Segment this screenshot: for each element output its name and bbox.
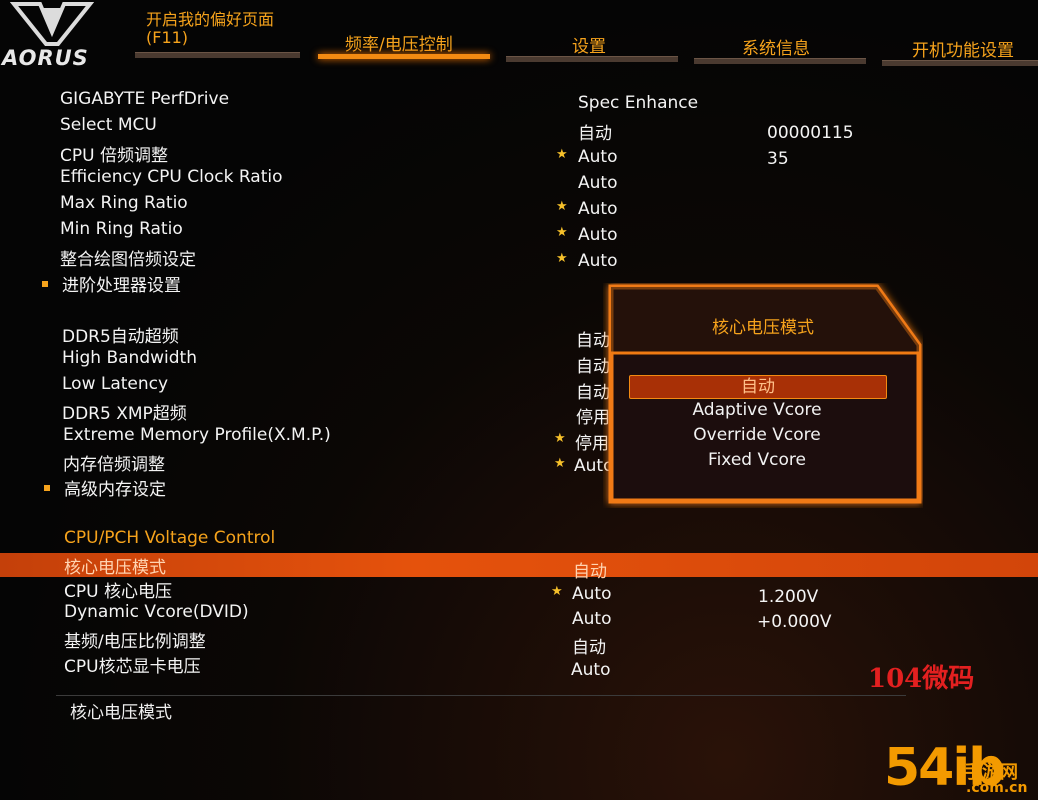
setting-value: Auto xyxy=(571,660,611,680)
star-icon: ★ xyxy=(551,584,563,599)
falcon-icon xyxy=(10,2,94,46)
setting-label: 整合绘图倍频设定 xyxy=(60,250,196,270)
setting-label: CPU 核心电压 xyxy=(64,582,172,602)
setting-label: 基频/电压比例调整 xyxy=(64,632,206,652)
setting-label: Extreme Memory Profile(X.M.P.) xyxy=(63,425,331,445)
setting-label: DDR5自动超频 xyxy=(62,327,179,347)
popup-option-fixed[interactable]: Fixed Vcore xyxy=(629,449,885,471)
tab-favorites-hotkey[interactable]: (F11) xyxy=(146,28,188,47)
setting-row-max-ring[interactable]: Max Ring Ratio ★ Auto xyxy=(0,193,1038,219)
setting-label: 内存倍频调整 xyxy=(63,455,165,475)
setting-label: High Bandwidth xyxy=(62,348,197,368)
setting-label: 核心电压模式 xyxy=(64,558,166,578)
setting-value: Auto xyxy=(578,199,618,219)
tab-favorites[interactable]: 开启我的偏好页面 xyxy=(146,6,274,30)
setting-readout: 00000115 xyxy=(767,123,854,143)
watermark-104: 104微码 xyxy=(868,664,975,694)
star-icon: ★ xyxy=(556,251,568,266)
setting-value: Auto xyxy=(578,147,618,167)
setting-label: CPU核芯显卡电压 xyxy=(64,657,201,677)
popup-option-override[interactable]: Override Vcore xyxy=(629,424,885,446)
help-divider xyxy=(56,695,906,696)
aorus-logo: AORUS xyxy=(0,0,120,72)
setting-value: Auto xyxy=(578,173,618,193)
setting-label: Select MCU xyxy=(60,115,157,135)
tab-frequency-voltage-underline xyxy=(318,54,490,59)
setting-row-vcore-mode[interactable]: 核心电压模式 自动 xyxy=(0,553,1038,582)
setting-label: Efficiency CPU Clock Ratio xyxy=(60,167,283,187)
submenu-bullet-icon xyxy=(42,281,48,287)
setting-row-perfdrive[interactable]: GIGABYTE PerfDrive Spec Enhance xyxy=(0,89,1038,115)
setting-value: Auto xyxy=(578,225,618,245)
brand-name: AORUS xyxy=(2,46,89,70)
setting-label: CPU 倍频调整 xyxy=(60,146,168,166)
setting-row-igpu-ratio[interactable]: 整合绘图倍频设定 ★ Auto xyxy=(0,245,1038,271)
setting-value: Auto xyxy=(572,584,612,604)
star-icon: ★ xyxy=(554,456,566,471)
vcore-mode-popup[interactable]: 核心电压模式 自动 Adaptive Vcore Override Vcore … xyxy=(603,283,923,508)
popup-option-adaptive[interactable]: Adaptive Vcore xyxy=(629,399,885,421)
setting-row-min-ring[interactable]: Min Ring Ratio ★ Auto xyxy=(0,219,1038,245)
setting-value: Spec Enhance xyxy=(578,93,699,113)
tab-system-info-underline xyxy=(694,58,866,64)
tab-boot[interactable]: 开机功能设置 xyxy=(912,36,1014,61)
popup-title: 核心电压模式 xyxy=(712,318,814,338)
help-text: 核心电压模式 xyxy=(70,703,172,723)
setting-label: 进阶处理器设置 xyxy=(62,276,181,296)
popup-option-auto[interactable]: 自动 xyxy=(629,375,887,399)
tab-frequency-voltage[interactable]: 频率/电压控制 xyxy=(345,30,453,55)
star-icon: ★ xyxy=(554,431,566,446)
section-title-voltage: CPU/PCH Voltage Control xyxy=(64,528,276,548)
setting-value: Auto xyxy=(572,609,612,629)
bios-screen: AORUS 开启我的偏好页面 (F11) 频率/电压控制 设置 系统信息 开机功… xyxy=(0,0,1038,800)
star-icon: ★ xyxy=(556,199,568,214)
tab-favorites-underline xyxy=(135,52,300,58)
setting-value: Auto xyxy=(578,251,618,271)
star-icon: ★ xyxy=(556,225,568,240)
setting-label: Min Ring Ratio xyxy=(60,219,183,239)
setting-row-select-mcu[interactable]: Select MCU 自动 00000115 xyxy=(0,115,1038,144)
tab-settings-underline xyxy=(506,56,678,62)
tab-boot-underline xyxy=(882,60,1038,66)
setting-label: Max Ring Ratio xyxy=(60,193,188,213)
setting-row-dvid[interactable]: Dynamic Vcore(DVID) Auto +0.000V xyxy=(0,602,1038,632)
setting-row-bclk-voltage-ratio[interactable]: 基频/电压比例调整 自动 xyxy=(0,627,1038,658)
setting-label: GIGABYTE PerfDrive xyxy=(60,89,230,109)
setting-label: DDR5 XMP超频 xyxy=(62,404,187,424)
star-icon: ★ xyxy=(556,147,568,162)
tab-system-info[interactable]: 系统信息 xyxy=(742,34,810,59)
submenu-bullet-icon xyxy=(44,485,50,491)
setting-label: 高级内存设定 xyxy=(64,480,166,500)
setting-label: Low Latency xyxy=(62,374,169,394)
watermark-site-domain: .com.cn xyxy=(966,780,1028,796)
setting-row-cpu-vcore[interactable]: CPU 核心电压 ★ Auto 1.200V xyxy=(0,577,1038,607)
setting-label: Dynamic Vcore(DVID) xyxy=(64,602,249,622)
setting-row-cpu-ratio[interactable]: CPU 倍频调整 ★ Auto 35 xyxy=(0,141,1038,169)
setting-readout: 35 xyxy=(767,149,789,169)
setting-row-efficiency-ratio[interactable]: Efficiency CPU Clock Ratio Auto xyxy=(0,167,1038,193)
tab-settings[interactable]: 设置 xyxy=(572,32,606,57)
